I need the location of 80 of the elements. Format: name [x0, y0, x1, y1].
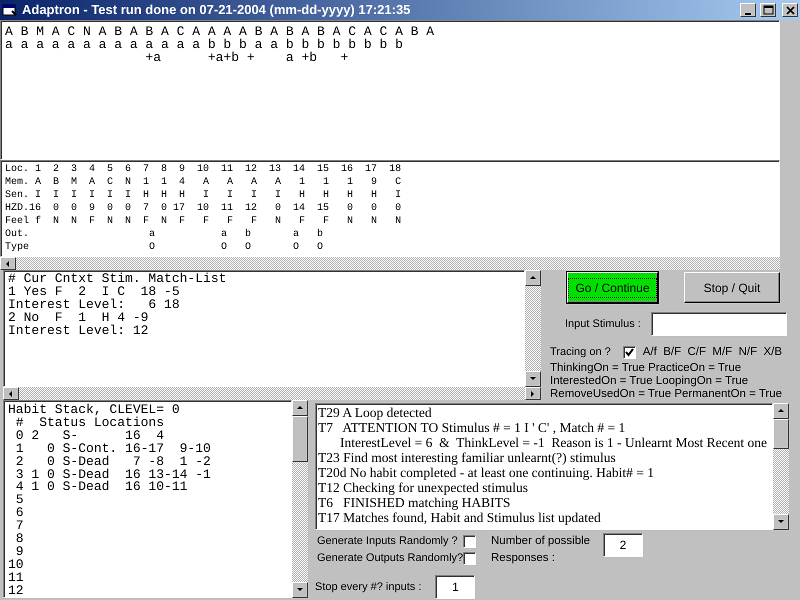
- memory-row: Loc. 1 2 3 4 5 6 7 8 9 10 11 12 13 14 15 16 17 18: [5, 163, 402, 176]
- trace-line: T6 FINISHED matching HABITS: [318, 495, 510, 510]
- responses-label: Number of possible Responses :: [491, 534, 591, 566]
- down-arrow-icon: [296, 586, 304, 594]
- memory-row: Mem. A B M A C N 1 1 4 A A A A 1 1 1 9 C: [5, 176, 402, 189]
- memory-row: HZD.16 0 0 9 0 0 7 0 17 10 11 12 0 14 15 0 0 0: [5, 202, 402, 215]
- flag-status: ThinkingOn = True PracticeOn = True: [550, 362, 742, 376]
- stop-every-label: Stop every #? inputs :: [315, 580, 422, 595]
- match-line: Interest Level: 6 18: [8, 298, 180, 312]
- habit-line: 10: [8, 558, 24, 572]
- habit-line: 7: [14, 520, 24, 534]
- match-line: # Cur Cntxt Stim. Match-List: [8, 273, 226, 286]
- habit-line: # Status Locations: [14, 416, 164, 430]
- minimize-button[interactable]: [740, 3, 756, 17]
- maximize-button[interactable]: [760, 3, 776, 17]
- trace-line: T20d No habit completed - at least one continuing. Habit# = 1: [318, 465, 654, 480]
- tracing-checkbox[interactable]: [622, 346, 636, 360]
- habit-line: 8: [14, 533, 24, 546]
- minimize-icon: [745, 12, 751, 14]
- scrollbar-thumb[interactable]: [292, 416, 308, 462]
- close-icon: [784, 4, 796, 16]
- habit-line: 4 1 0 S-Dead 16 10-11: [14, 481, 188, 494]
- stop-every-field[interactable]: 1: [435, 575, 476, 599]
- vertical-scrollbar[interactable]: [525, 270, 541, 387]
- checkbox[interactable]: [463, 535, 476, 548]
- match-line: Interest Level: 12: [8, 324, 148, 338]
- match-line: 1 Yes F 2 I C 18 -5: [8, 286, 180, 299]
- habit-line: 1 0 S-Cont. 16-17 9-10: [14, 442, 211, 456]
- vertical-scrollbar[interactable]: [773, 403, 789, 530]
- up-arrow-icon: [296, 404, 304, 412]
- habit-line: Habit Stack, CLEVEL= 0: [8, 404, 180, 417]
- right-arrow-icon: [529, 390, 537, 398]
- habit-line: 9: [14, 546, 24, 559]
- window-app-icon: [2, 3, 18, 17]
- left-arrow-icon: [7, 390, 15, 398]
- trace-line: T23 Find most interesting familiar unlearnt(?) stimulus: [318, 450, 616, 465]
- maximize-icon: [762, 4, 774, 16]
- sequence-line: a a a a a a a a a a a a a b b b a a b b b b b b b b: [5, 38, 403, 51]
- down-arrow-icon: [777, 518, 785, 526]
- flag-status: RemoveUsedOn = True PermanentOn = True: [550, 388, 784, 402]
- habit-line: 12: [8, 584, 24, 597]
- option-label: Generate Inputs Randomly ?: [316, 534, 459, 550]
- down-arrow-icon: [529, 375, 537, 383]
- scrollbar-thumb[interactable]: [773, 419, 789, 449]
- vertical-scrollbar[interactable]: [292, 400, 308, 598]
- habit-line: 0 2 S- 16 4: [14, 430, 164, 443]
- habit-line: 5: [14, 494, 24, 508]
- trace-line: T17 Matches found, Habit and Stimulus list updated: [318, 510, 601, 525]
- memory-row: Sen. I I I I I I H H H I I I I H H H H I: [5, 189, 402, 202]
- habit-line: 11: [8, 572, 24, 585]
- trace-line: T7 ATTENTION TO Stimulus # = 1 I ' C' , Match # = 1: [318, 420, 626, 435]
- window-title: Adaptron - Test run done on 07-21-2004 (mm-dd-yyyy) 17:21:35: [22, 1, 412, 20]
- left-arrow-icon: [4, 260, 12, 268]
- tracing-codes: A/f B/F C/F M/F N/F X/B: [642, 345, 782, 360]
- option-label: Generate Outputs Randomly?: [316, 551, 463, 566]
- responses-field[interactable]: 2: [603, 533, 643, 557]
- flag-status: InterestedOn = True LoopingOn = True: [550, 375, 750, 388]
- quit-button[interactable]: Stop / Quit: [684, 272, 780, 303]
- sequence-line: A B M A C N A B A B A C A A A A B A B A B A C A C A B A: [5, 25, 434, 38]
- close-button[interactable]: [782, 3, 798, 17]
- checkbox[interactable]: [463, 552, 476, 565]
- sequence-line: +a +a+b + a +b +: [144, 51, 348, 64]
- horizontal-scrollbar[interactable]: [3, 387, 541, 400]
- trace-line: T12 Checking for unexpected stimulus: [318, 480, 528, 495]
- habit-line: 2 0 S-Dead 7 -8 1 -2: [14, 456, 211, 469]
- match-line: 2 No F 1 H 4 -9: [8, 312, 148, 325]
- trace-line: T29 A Loop detected: [318, 405, 432, 420]
- tracing-label: Tracing on ?: [550, 345, 611, 360]
- up-arrow-icon: [777, 407, 785, 415]
- input-stimulus-label: Input Stimulus :: [565, 316, 641, 332]
- memory-row: Feel f N N F N N F N F F F F N F F N N N: [5, 215, 402, 228]
- trace-line: InterestLevel = 6 & ThinkLevel = -1 Reason is 1 - Unlearnt Most Recent one: [340, 435, 767, 450]
- input-stimulus-field[interactable]: [650, 312, 787, 336]
- habit-line: 3 1 0 S-Dead 16 13-14 -1: [14, 468, 211, 482]
- habit-line: 6: [14, 507, 24, 520]
- horizontal-scrollbar[interactable]: [0, 257, 780, 270]
- continue-button[interactable]: Go / Continue: [567, 272, 658, 303]
- up-arrow-icon: [529, 274, 537, 282]
- memory-row: Type O O O O O: [5, 241, 324, 254]
- memory-row: Out. a a b a b: [5, 228, 324, 241]
